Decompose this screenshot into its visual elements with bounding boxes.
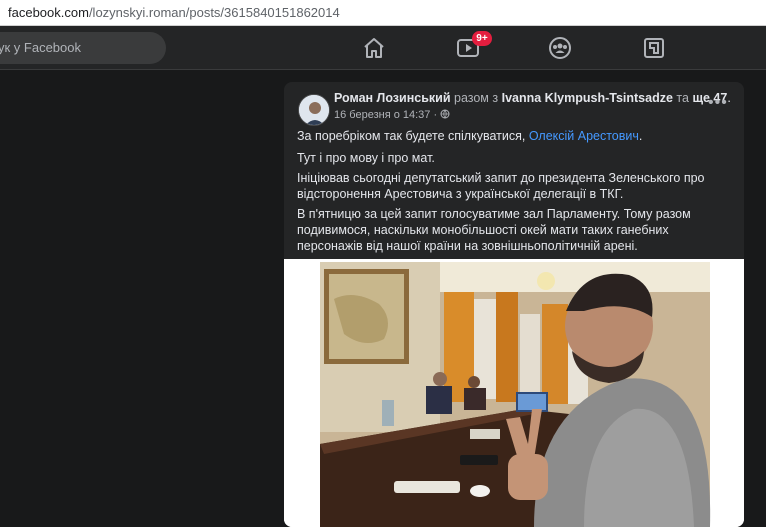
groups-icon[interactable] <box>546 34 574 62</box>
mention-link[interactable]: Олексій Арестович <box>529 129 639 143</box>
search-input[interactable]: ук у Facebook <box>0 32 166 64</box>
post-timestamp[interactable]: 16 березня о 14:37 <box>334 109 430 121</box>
tagged-person[interactable]: Ivanna Klympush-Tsintsadze <box>502 91 673 105</box>
post-photo[interactable] <box>284 259 744 527</box>
post-paragraph-3: Ініціював сьогодні депутатський запит до… <box>297 171 705 201</box>
post-meta: 16 березня о 14:37 · <box>334 109 450 121</box>
search-placeholder: ук у Facebook <box>0 40 82 55</box>
home-icon[interactable] <box>360 34 388 62</box>
address-bar[interactable]: facebook.com/lozynskyi.roman/posts/36158… <box>0 0 766 26</box>
post-paragraph-2: Тут і про мову і про мат. <box>297 151 435 165</box>
avatar-icon <box>299 95 329 125</box>
notification-badge: 9+ <box>472 31 492 46</box>
author-avatar[interactable] <box>298 94 330 126</box>
gaming-icon[interactable] <box>640 34 668 62</box>
author-name[interactable]: Роман Лозинський <box>334 91 451 105</box>
post-paragraph-4: В п'ятницю за цей запит голосуватиме зал… <box>297 207 691 253</box>
more-options-button[interactable]: ••• <box>708 94 728 112</box>
top-navigation: ук у Facebook <box>0 26 766 70</box>
post-header: Роман Лозинський разом з Ivanna Klympush… <box>334 91 731 105</box>
post-card: Роман Лозинський разом з Ivanna Klympush… <box>284 82 744 527</box>
post-photo-image <box>284 259 744 527</box>
post-paragraph-1: За поребріком так будете спілкуватися, О… <box>297 129 643 143</box>
url-text[interactable]: facebook.com/lozynskyi.roman/posts/36158… <box>8 5 340 20</box>
public-globe-icon <box>440 109 450 119</box>
